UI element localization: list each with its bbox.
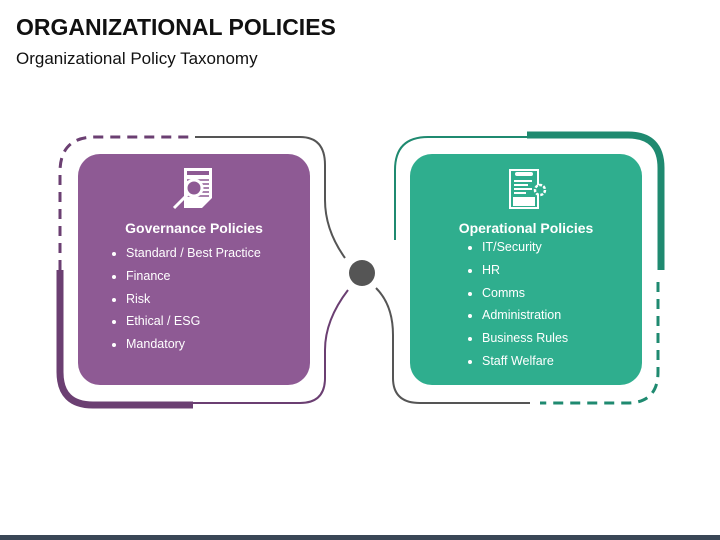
list-item: Staff Welfare bbox=[482, 350, 568, 373]
list-item: Comms bbox=[482, 282, 568, 305]
list-item: Finance bbox=[126, 265, 261, 288]
operational-title: Operational Policies bbox=[458, 220, 594, 236]
governance-list: Standard / Best Practice Finance Risk Et… bbox=[110, 242, 261, 356]
governance-title: Governance Policies bbox=[125, 220, 263, 236]
list-item: HR bbox=[482, 259, 568, 282]
operational-policies-card: Operational Policies IT/Security HR Comm… bbox=[410, 154, 642, 385]
document-gear-icon bbox=[509, 169, 547, 209]
governance-document-magnifier-icon bbox=[172, 168, 212, 210]
list-item: Risk bbox=[126, 288, 261, 311]
list-item: Mandatory bbox=[126, 333, 261, 356]
bottom-bar bbox=[0, 535, 720, 540]
list-item: Standard / Best Practice bbox=[126, 242, 261, 265]
list-item: IT/Security bbox=[482, 236, 568, 259]
list-item: Administration bbox=[482, 304, 568, 327]
list-item: Ethical / ESG bbox=[126, 310, 261, 333]
governance-policies-card: Governance Policies Standard / Best Prac… bbox=[78, 154, 310, 385]
connector-node bbox=[349, 260, 375, 286]
list-item: Business Rules bbox=[482, 327, 568, 350]
operational-list: IT/Security HR Comms Administration Busi… bbox=[466, 236, 568, 373]
